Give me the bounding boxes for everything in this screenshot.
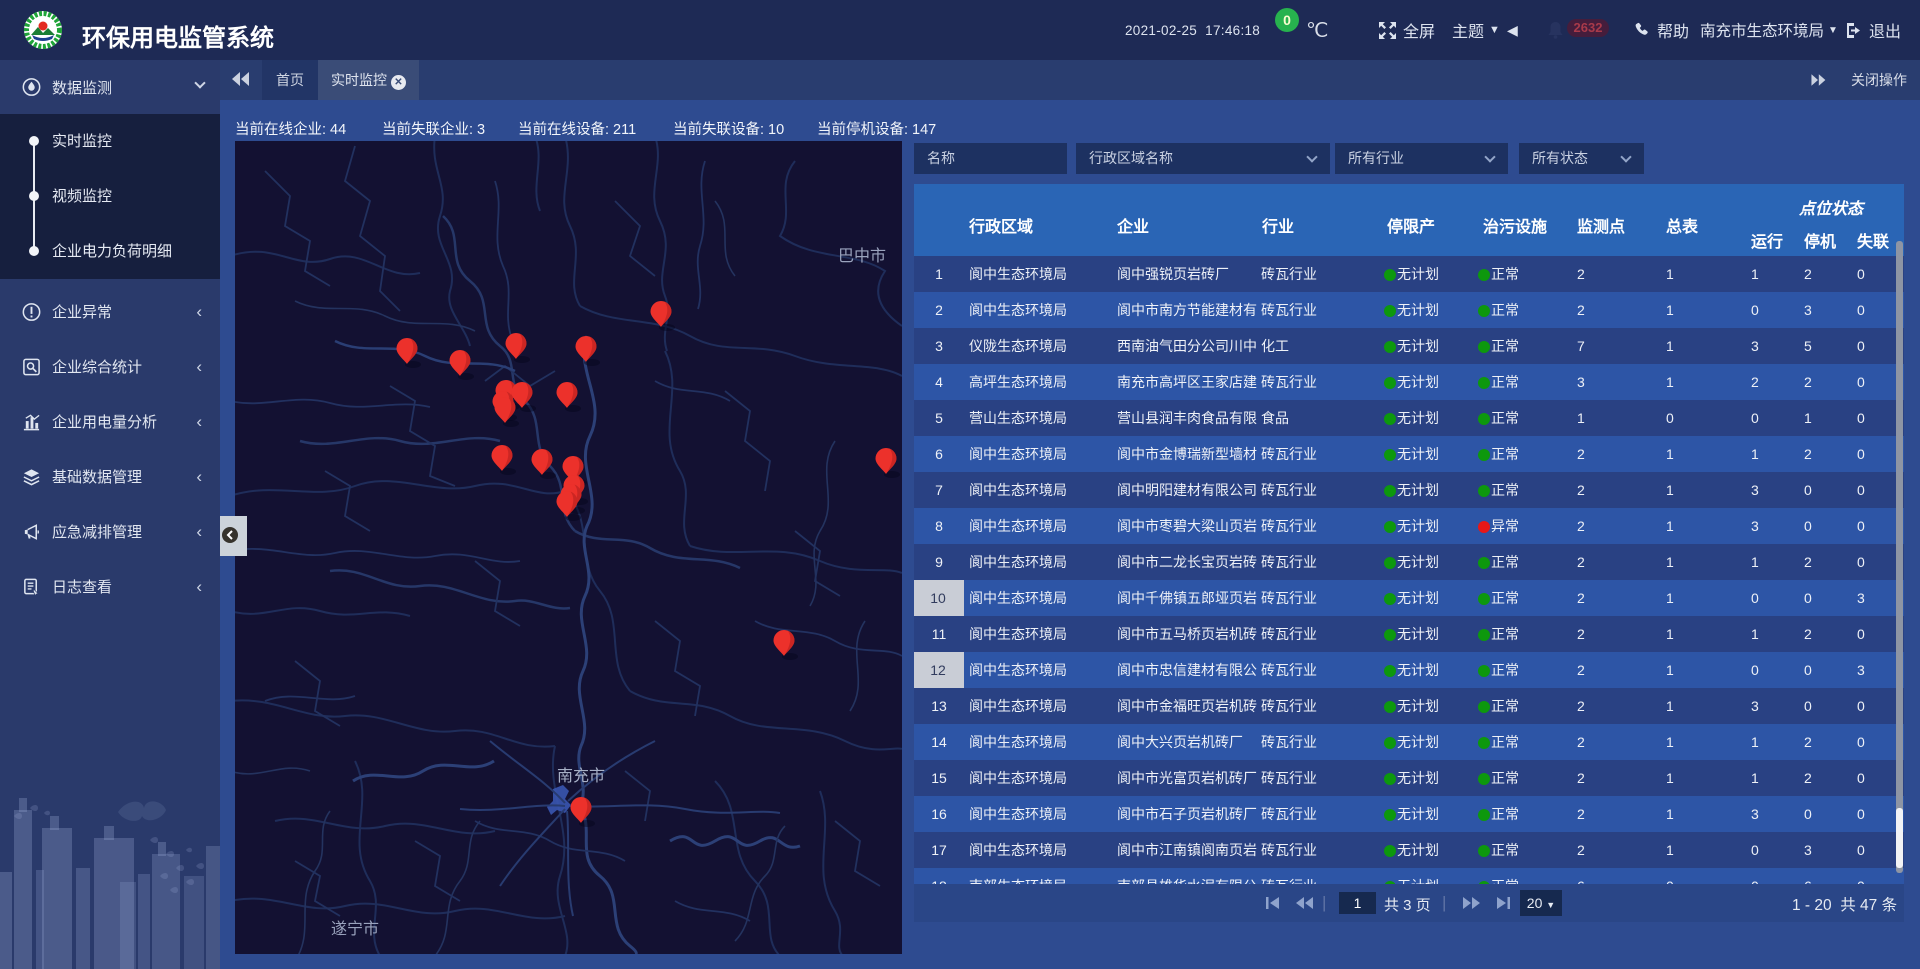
svg-text:南充市: 南充市 [557, 767, 605, 785]
svg-text:遂宁市: 遂宁市 [331, 920, 379, 938]
svg-text:巴中市: 巴中市 [838, 247, 886, 265]
